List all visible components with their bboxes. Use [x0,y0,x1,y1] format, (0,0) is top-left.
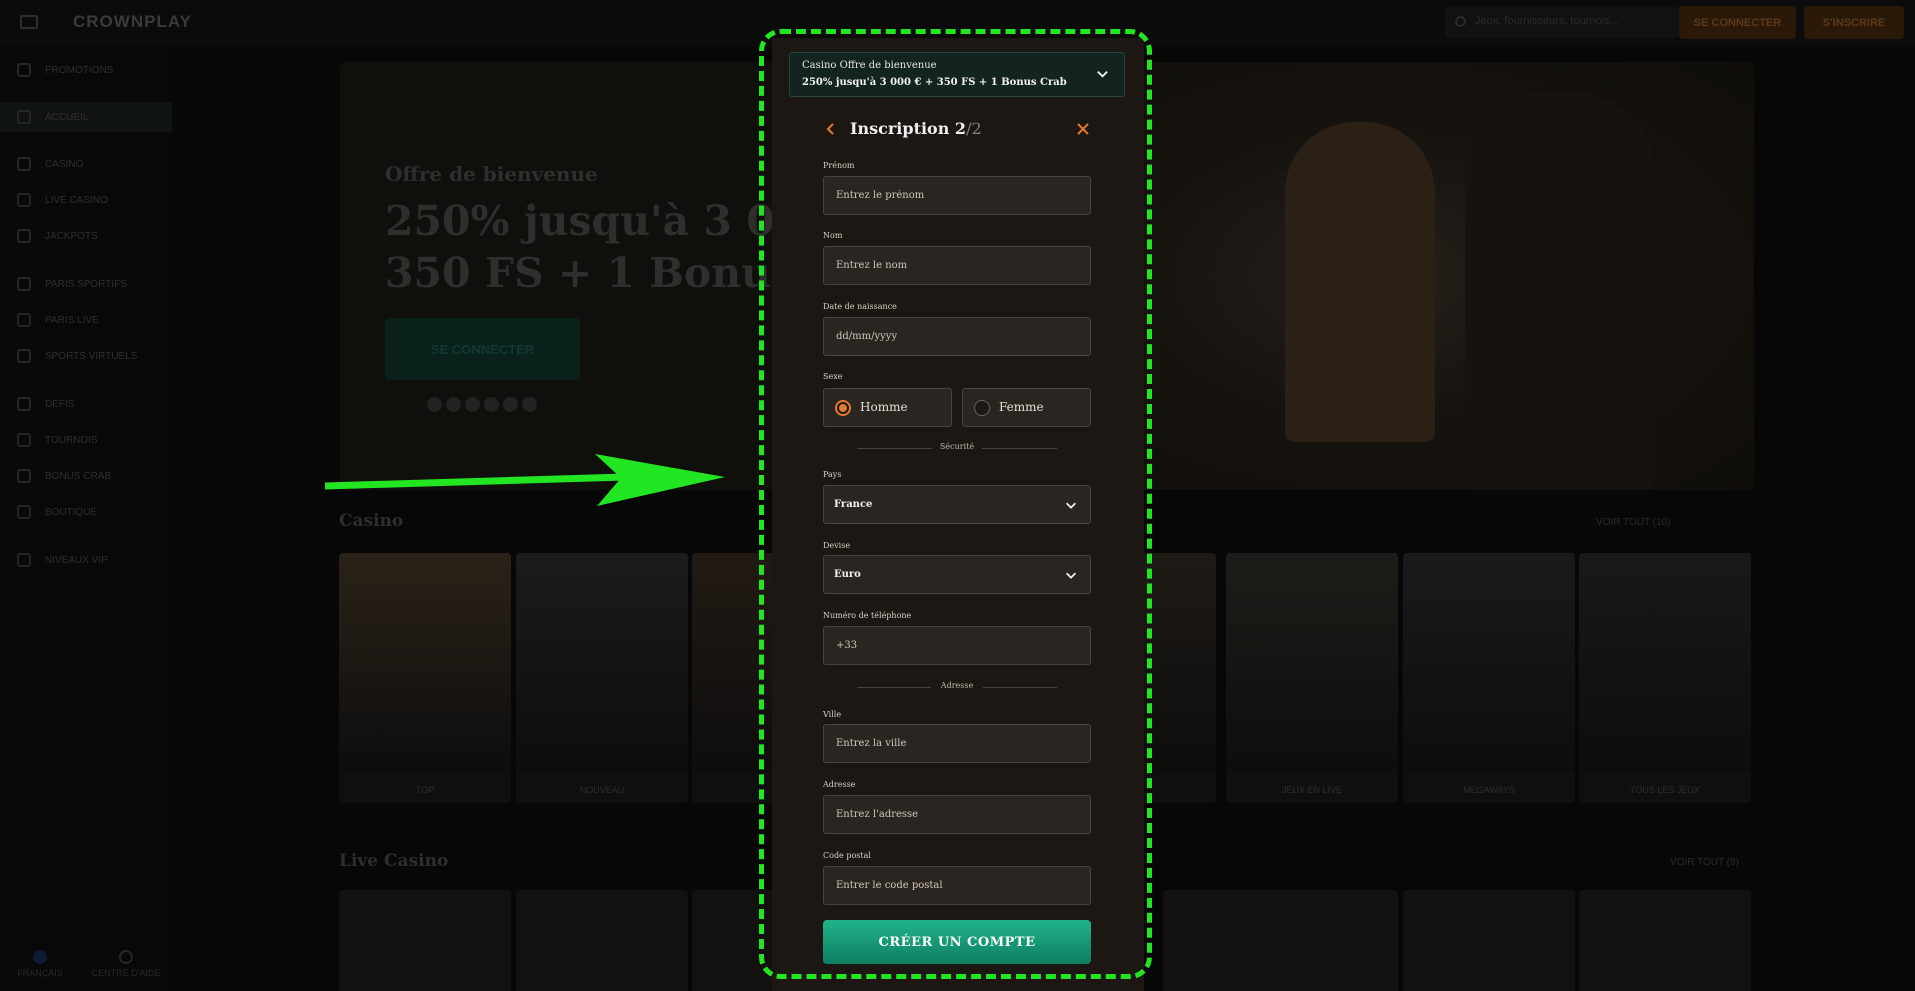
tile-artwork [1226,553,1398,772]
tile-artwork [1403,553,1575,772]
live-bets-icon [17,313,31,327]
sidebar-item-sports[interactable]: Paris sportifs [0,269,172,299]
language-label: FRANÇAIS [17,968,63,978]
sidebar: Promotions Accueil Casino Live Casino Ja… [0,46,172,991]
sidebar-item-label: Sports virtuels [45,350,138,362]
sidebar-item-shop[interactable]: Boutique [0,497,172,527]
hero-figure-woman [1285,122,1435,442]
tile-label: NOUVEAU [579,785,625,795]
home-icon [17,110,31,124]
casino-category-tile[interactable]: TOP [339,553,511,803]
sidebar-item-promotions[interactable]: Promotions [0,55,172,85]
sidebar-item-virtual-sports[interactable]: Sports virtuels [0,341,172,371]
page: CROWNPLAY Jeux, fournisseurs, tournois..… [0,0,1915,991]
hero-figure-man [1465,92,1655,490]
sidebar-item-casino[interactable]: Casino [0,149,172,179]
payment-icon [446,397,461,412]
casino-see-all-link[interactable]: VOIR TOUT (10) [1596,517,1670,528]
payment-icon [465,397,480,412]
sidebar-item-label: Casino [45,158,84,170]
hero-login-button[interactable]: SE CONNECTER [385,318,580,380]
help-label: CENTRE D'AIDE [91,968,161,978]
sidebar-item-label: Paris sportifs [45,278,127,290]
live-casino-see-all-link[interactable]: VOIR TOUT (8) [1670,857,1739,868]
payment-icon [522,397,537,412]
virtual-icon [17,349,31,363]
live-icon [17,193,31,207]
annotation-arrow-icon [325,454,725,506]
tile-label: TOUS LES JEUX [1630,785,1700,795]
help-center-link[interactable]: CENTRE D'AIDE [88,950,164,978]
payment-icon [503,397,518,412]
sidebar-item-vip[interactable]: Niveaux VIP [0,545,172,575]
crown-icon [17,553,31,567]
tile-artwork [1579,553,1751,772]
casino-category-tile[interactable]: TOUS LES JEUX [1579,553,1751,803]
sidebar-item-bonus-crab[interactable]: Bonus Crab [0,461,172,491]
tile-artwork [516,553,688,772]
sidebar-item-home[interactable]: Accueil [0,102,172,132]
payment-icons [427,397,537,412]
sidebar-item-label: Promotions [45,64,114,76]
ball-icon [17,277,31,291]
payment-icon [427,397,442,412]
live-game-tile[interactable] [1226,890,1398,991]
tile-label: TOP [415,785,435,795]
menu-icon[interactable] [20,15,38,29]
sidebar-item-tournaments[interactable]: Tournois [0,425,172,455]
trophy-icon [17,433,31,447]
sidebar-item-jackpots[interactable]: Jackpots [0,221,172,251]
crab-icon [17,469,31,483]
language-selector[interactable]: FRANÇAIS [12,950,68,978]
live-game-tile[interactable] [1403,890,1575,991]
live-game-tile[interactable] [339,890,511,991]
sidebar-item-label: Boutique [45,506,98,518]
sidebar-item-label: Paris live [45,314,99,326]
tile-label: JEUX EN LIVE [1281,785,1343,795]
help-icon [119,950,133,964]
sidebar-item-label: Accueil [45,111,89,123]
hero-kicker: Offre de bienvenue [385,162,598,186]
logo[interactable]: CROWNPLAY [73,12,192,32]
challenge-icon [17,397,31,411]
casino-category-tile[interactable]: JEUX EN LIVE [1226,553,1398,803]
sidebar-item-label: Jackpots [45,230,98,242]
highlight-outline [759,29,1152,979]
sidebar-item-label: Tournois [45,434,98,446]
tile-label: MEGAWAYS [1463,785,1515,795]
live-game-tile[interactable] [516,890,688,991]
live-casino-section-title: Live Casino [339,851,449,871]
sidebar-item-label: Niveaux VIP [45,554,108,566]
casino-category-tile[interactable]: NOUVEAU [516,553,688,803]
jackpot-icon [17,229,31,243]
search-box[interactable]: Jeux, fournisseurs, tournois... [1445,7,1680,38]
sidebar-item-label: Défis [45,398,75,410]
search-icon [1455,16,1466,27]
casino-category-tile[interactable]: MEGAWAYS [1403,553,1575,803]
payment-icon [484,397,499,412]
sidebar-item-challenges[interactable]: Défis [0,389,172,419]
search-placeholder: Jeux, fournisseurs, tournois... [1475,15,1619,27]
globe-icon [33,950,47,964]
slot-icon [17,157,31,171]
sidebar-item-live-casino[interactable]: Live Casino [0,185,172,215]
sidebar-item-label: Bonus Crab [45,470,112,482]
sidebar-item-label: Live Casino [45,194,108,206]
sidebar-item-live-bets[interactable]: Paris live [0,305,172,335]
live-game-tile[interactable] [1579,890,1751,991]
signup-button[interactable]: S'INSCRIRE [1804,6,1904,39]
hero-image [1135,62,1754,490]
login-button[interactable]: SE CONNECTER [1679,6,1796,39]
shop-icon [17,505,31,519]
gift-icon [17,63,31,77]
casino-section-title: Casino [339,511,404,531]
tile-artwork [339,553,511,772]
